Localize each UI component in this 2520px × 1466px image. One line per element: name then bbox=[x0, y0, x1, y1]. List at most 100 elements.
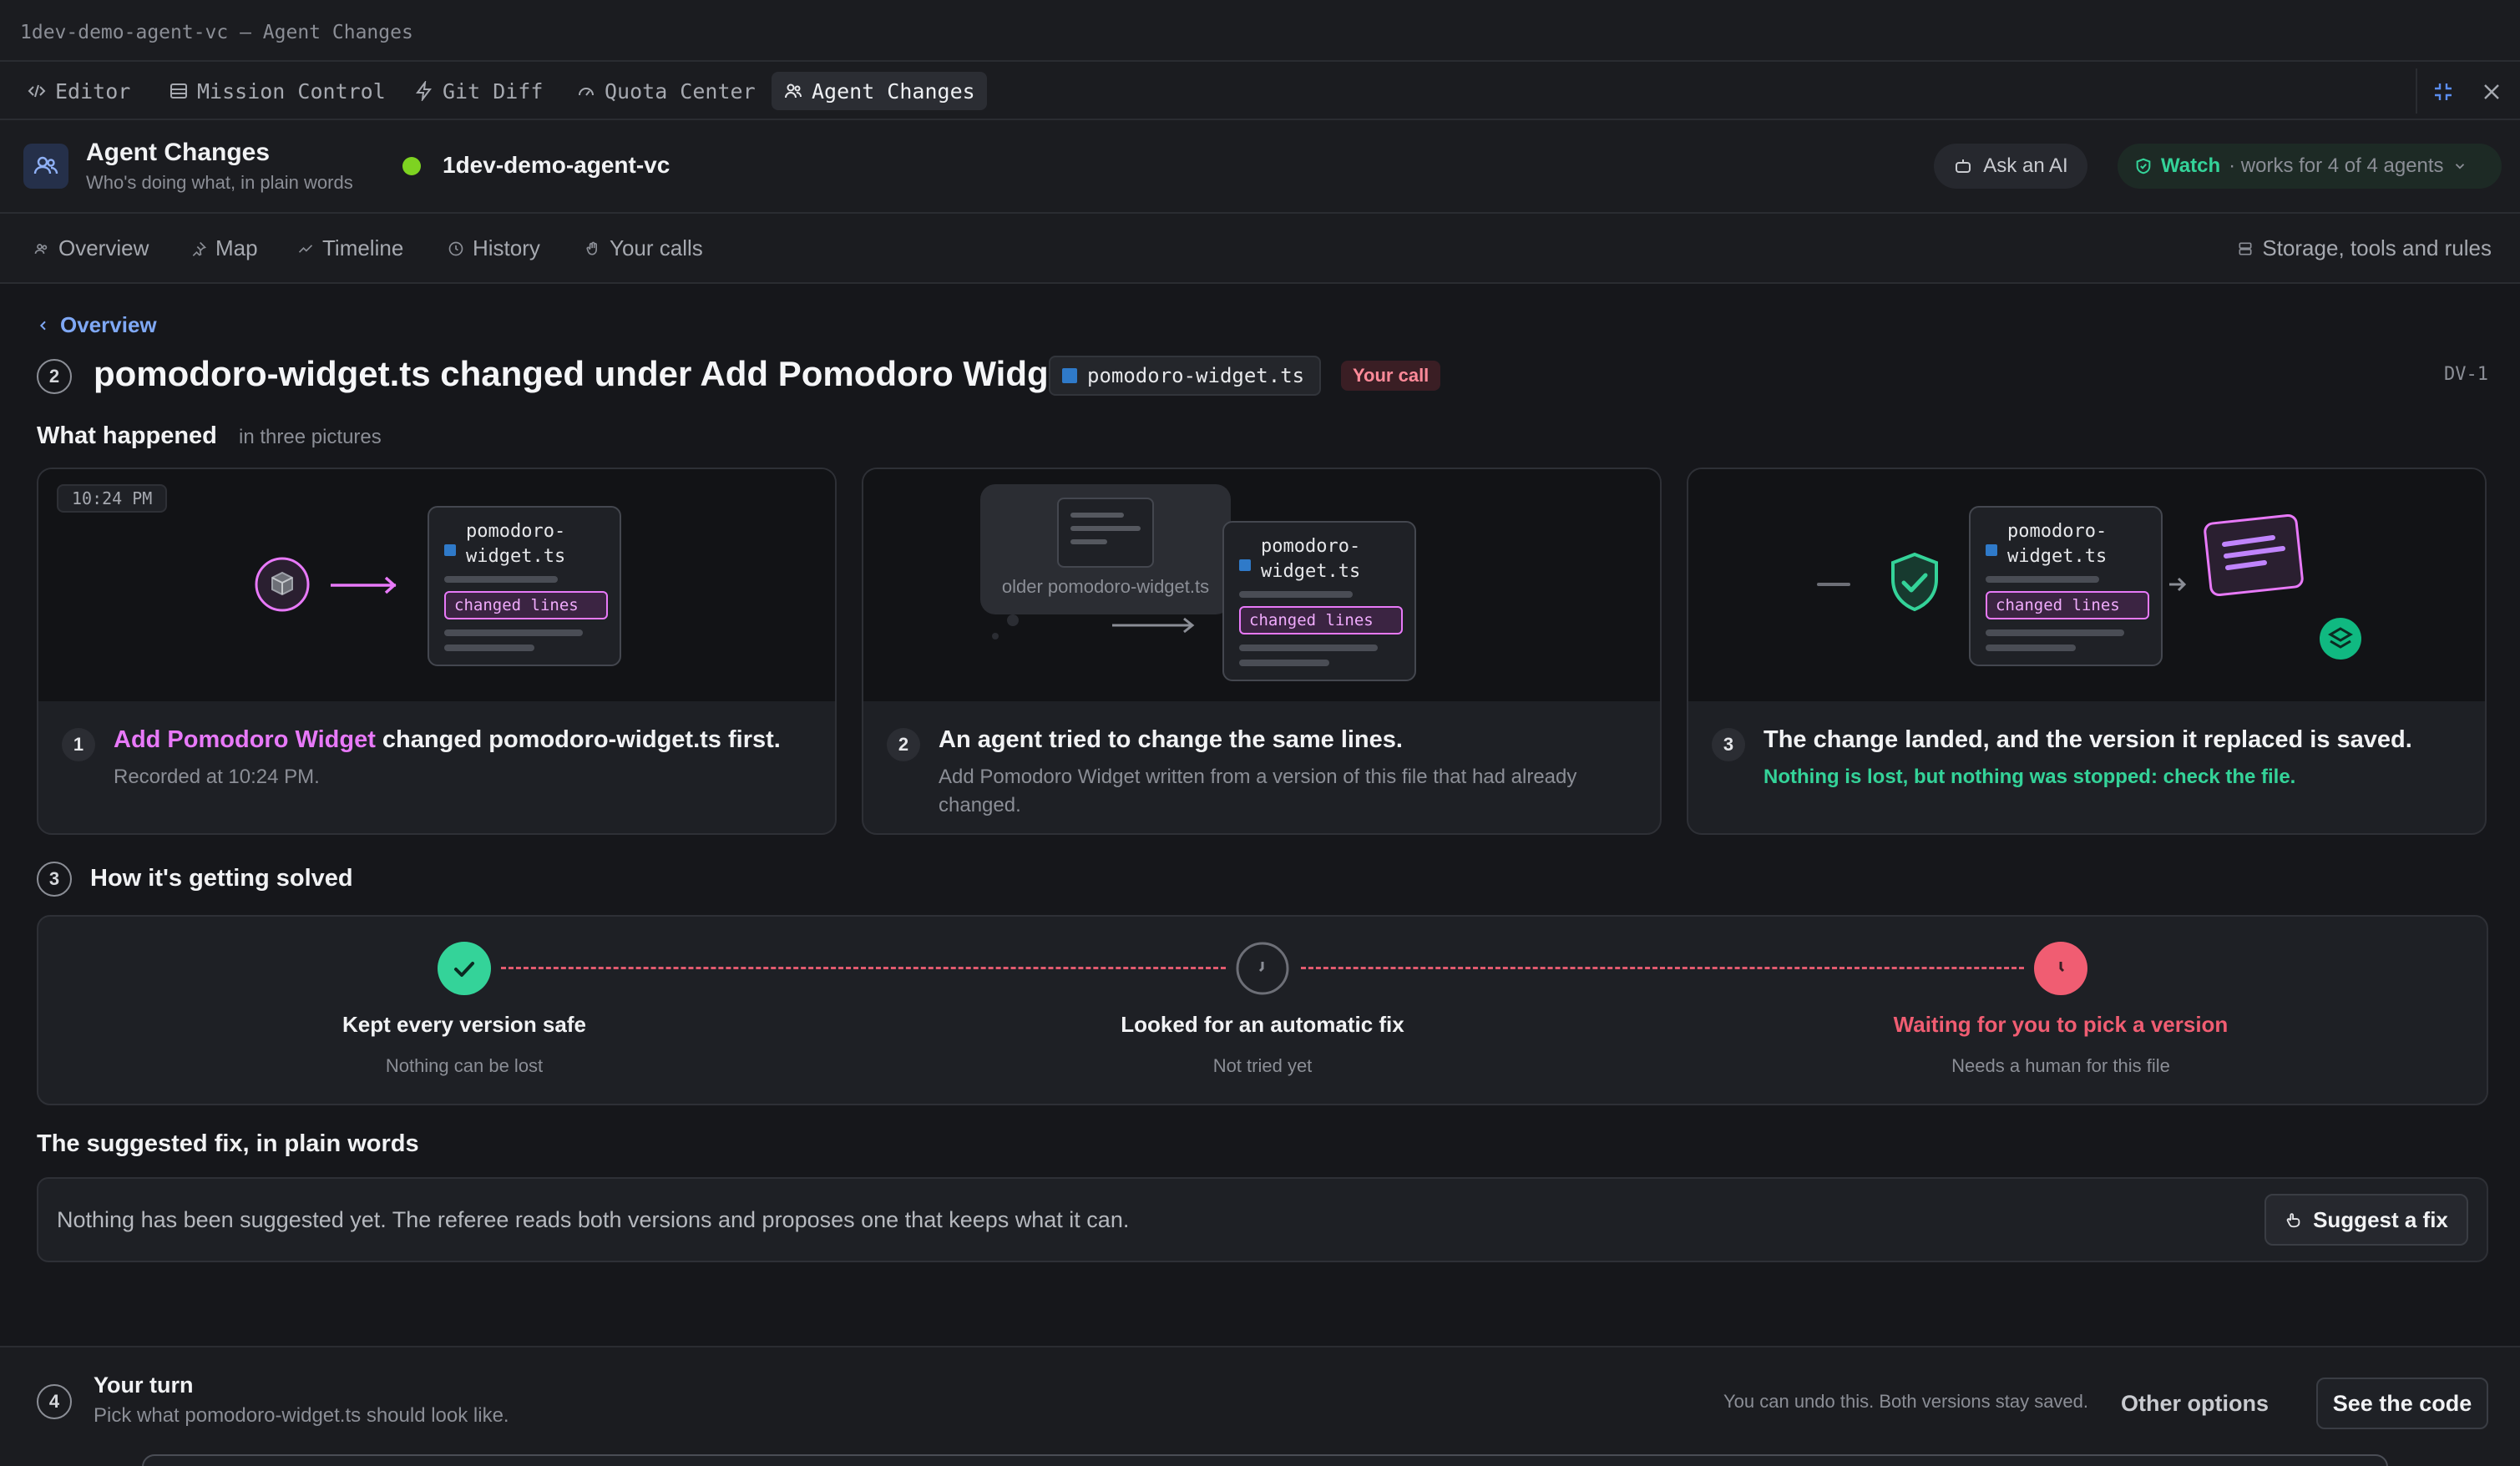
storage-label: Storage, tools and rules bbox=[2262, 235, 2492, 260]
file-chip[interactable]: pomodoro-widget.ts bbox=[1049, 356, 1322, 396]
saved-version-icon bbox=[2204, 513, 2304, 597]
arrow-right-icon bbox=[2169, 577, 2187, 592]
users-icon bbox=[785, 83, 802, 99]
subtab-your-calls[interactable]: Your calls bbox=[584, 235, 703, 261]
issue-id: DV-1 bbox=[2444, 364, 2488, 385]
step-sub: Nothing can be lost bbox=[385, 1055, 544, 1076]
step-connector bbox=[1301, 967, 2024, 969]
other-options-button[interactable]: Other options bbox=[2121, 1378, 2269, 1429]
see-the-code-button[interactable]: See the code bbox=[2316, 1378, 2488, 1429]
subtab-label: Timeline bbox=[322, 235, 404, 260]
ask-ai-button[interactable]: Ask an AI bbox=[1934, 144, 2087, 189]
solving-heading: How it's getting solved bbox=[90, 865, 353, 892]
step-connector bbox=[501, 967, 1226, 969]
pin-icon bbox=[192, 241, 207, 256]
bottom-panel-edge bbox=[142, 1454, 2388, 1466]
step-title: Waiting for you to pick a version bbox=[1893, 1012, 2229, 1037]
tab-label: Git Diff bbox=[443, 78, 544, 104]
tab-quota-center[interactable]: Quota Center bbox=[564, 72, 767, 110]
subtab-map[interactable]: Map bbox=[190, 235, 258, 261]
agent-changes-logo bbox=[23, 144, 68, 189]
check-circle-icon bbox=[438, 942, 491, 995]
watch-dropdown[interactable]: Watch · works for 4 of 4 agents bbox=[2118, 144, 2502, 189]
code-icon bbox=[28, 84, 46, 98]
suggest-fix-button[interactable]: Suggest a fix bbox=[2264, 1194, 2468, 1246]
file-name-line: pomodoro-widget.ts bbox=[1261, 534, 1360, 584]
story-caption: 2 An agent tried to change the same line… bbox=[863, 701, 1660, 833]
hand-point-icon bbox=[2286, 1213, 2300, 1228]
title-bar: 1dev-demo-agent-vc — Agent Changes bbox=[0, 0, 2520, 62]
story-card-3: pomodoro-widget.ts changed lines 3 The c… bbox=[1687, 468, 2487, 835]
code-line bbox=[1986, 645, 2076, 651]
back-label: Overview bbox=[60, 312, 157, 337]
arrow-right-icon bbox=[1112, 617, 1195, 634]
agent-link[interactable]: Add Pomodoro Widget bbox=[114, 726, 376, 753]
divider bbox=[2416, 68, 2417, 114]
back-to-overview-link[interactable]: Overview bbox=[37, 312, 157, 338]
agent-cube-icon bbox=[255, 557, 310, 612]
watch-label: Watch bbox=[2161, 154, 2221, 177]
subtab-label: Overview bbox=[58, 235, 149, 260]
undo-note: You can undo this. Both versions stay sa… bbox=[1723, 1391, 2089, 1412]
caption-number: 1 bbox=[62, 728, 95, 761]
page-title-header: Agent Changes bbox=[86, 139, 271, 166]
tab-mission-control[interactable]: Mission Control bbox=[157, 72, 397, 110]
suggested-fix-text: Nothing has been suggested yet. The refe… bbox=[57, 1207, 1130, 1232]
subtab-timeline[interactable]: Timeline bbox=[297, 235, 403, 261]
trend-icon bbox=[298, 244, 313, 253]
users-icon bbox=[33, 156, 58, 174]
layers-icon bbox=[2320, 618, 2361, 660]
close-icon[interactable] bbox=[2478, 78, 2505, 105]
gauge-icon bbox=[579, 88, 594, 96]
arrow-right-icon bbox=[331, 576, 397, 594]
code-line bbox=[1239, 591, 1353, 598]
page-header: Agent Changes Who's doing what, in plain… bbox=[0, 120, 2520, 214]
tab-agent-changes[interactable]: Agent Changes bbox=[772, 72, 987, 110]
shield-check-icon bbox=[1891, 552, 1938, 612]
typescript-file-icon bbox=[1239, 559, 1251, 571]
caption-title: The change landed, and the version it re… bbox=[1763, 726, 2412, 753]
shield-icon bbox=[2136, 158, 2151, 174]
tab-label: Quota Center bbox=[605, 78, 756, 104]
bolt-icon bbox=[416, 81, 432, 101]
tab-editor[interactable]: Editor bbox=[15, 72, 142, 110]
caption-title-rest: changed pomodoro-widget.ts first. bbox=[375, 726, 781, 753]
storage-tools-rules-link[interactable]: Storage, tools and rules bbox=[2237, 235, 2492, 261]
caption-title: Add Pomodoro Widget changed pomodoro-wid… bbox=[114, 726, 781, 754]
what-happened-heading: What happened bbox=[37, 422, 217, 449]
file-name-line: pomodoro-widget.ts bbox=[466, 519, 565, 569]
older-version-bubble: older pomodoro-widget.ts bbox=[980, 484, 1231, 614]
tab-git-diff[interactable]: Git Diff bbox=[402, 72, 554, 110]
step-sub: Needs a human for this file bbox=[1951, 1055, 2170, 1076]
step-number: 2 bbox=[37, 359, 72, 394]
clock-icon bbox=[1236, 942, 1289, 995]
file-name-2: widget.ts bbox=[466, 546, 566, 567]
story-caption: 1 Add Pomodoro Widget changed pomodoro-w… bbox=[38, 701, 835, 833]
section-nav: Overview Map Timeline History Your calls… bbox=[0, 214, 2520, 284]
code-line bbox=[444, 629, 583, 636]
story-picture: older pomodoro-widget.ts pomodoro-widget… bbox=[863, 469, 1660, 701]
status-badge: Your call bbox=[1341, 361, 1441, 391]
subtab-label: Map bbox=[215, 235, 258, 260]
caption-number: 3 bbox=[1712, 728, 1745, 761]
changed-lines-badge: changed lines bbox=[444, 591, 608, 619]
chevron-down-icon bbox=[2455, 164, 2464, 169]
collapse-icon[interactable] bbox=[2430, 78, 2457, 105]
story-picture: pomodoro-widget.ts changed lines bbox=[1688, 469, 2485, 701]
subtab-overview[interactable]: Overview bbox=[33, 235, 149, 261]
subtab-history[interactable]: History bbox=[448, 235, 540, 261]
code-line bbox=[1239, 660, 1329, 666]
file-name-1: pomodoro- bbox=[1261, 536, 1361, 557]
time-pill: 10:24 PM bbox=[57, 484, 168, 513]
story-caption: 3 The change landed, and the version it … bbox=[1688, 701, 2485, 833]
subtab-label: History bbox=[473, 235, 540, 260]
page-title: pomodoro-widget.ts changed under Add Pom… bbox=[94, 354, 1080, 393]
suggested-fix-panel: Nothing has been suggested yet. The refe… bbox=[37, 1177, 2488, 1262]
old-file-thumb bbox=[1057, 498, 1154, 568]
step-sub: Not tried yet bbox=[1212, 1055, 1313, 1076]
project-name: 1dev-demo-agent-vc bbox=[443, 152, 670, 178]
suggested-fix-heading: The suggested fix, in plain words bbox=[37, 1130, 419, 1157]
changed-lines-badge: changed lines bbox=[1239, 606, 1403, 634]
thought-dot bbox=[992, 633, 999, 639]
window-title: 1dev-demo-agent-vc — Agent Changes bbox=[20, 22, 413, 43]
